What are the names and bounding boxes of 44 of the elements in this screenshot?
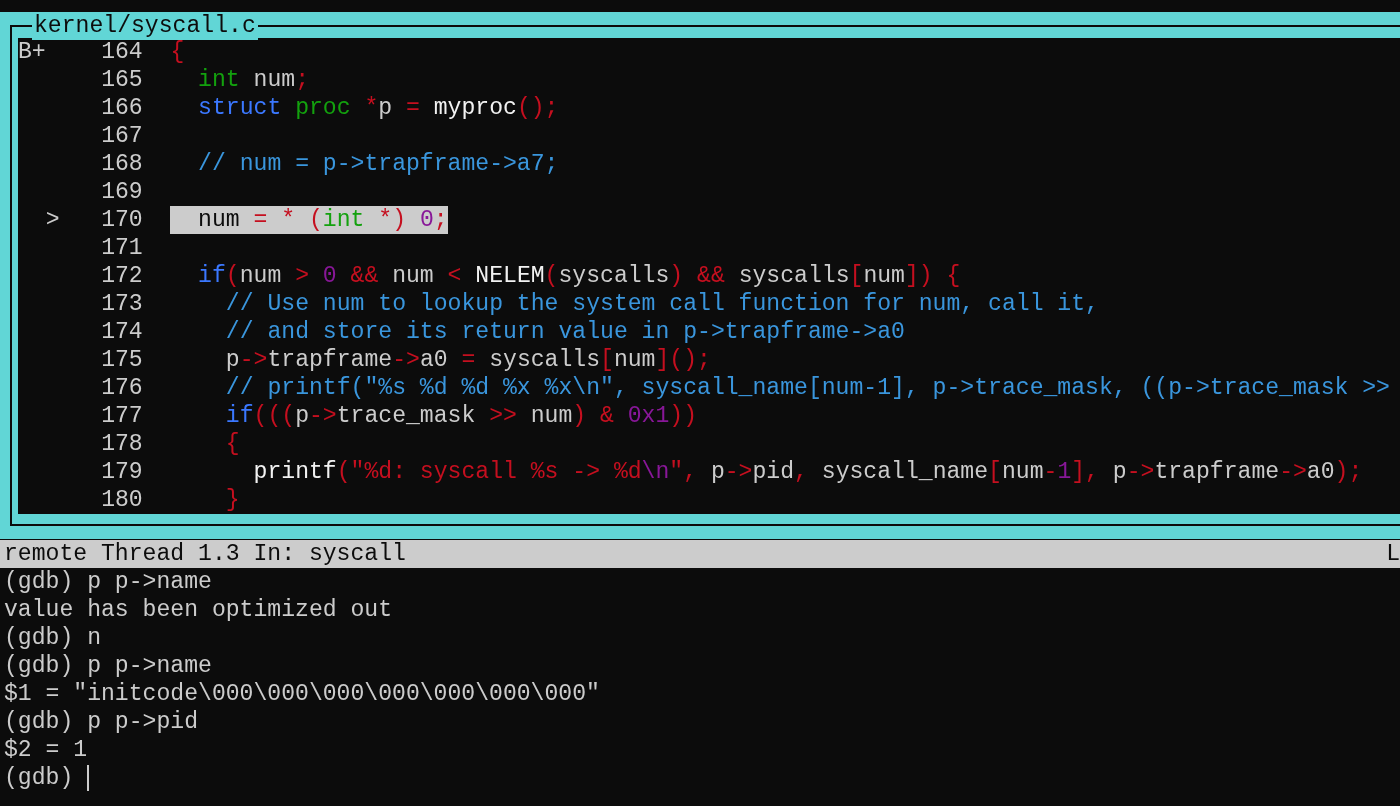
- line-number: 170: [101, 206, 143, 234]
- console-line: (gdb) p p->pid: [4, 709, 199, 735]
- code-line: // and store its return value in p->trapframe->a0: [224, 318, 905, 346]
- code-line: // num = p->trapframe->a7;: [197, 150, 559, 178]
- line-number: 171: [101, 234, 143, 262]
- code-line: if(((p->trace_mask >> num) & 0x1)): [224, 402, 698, 430]
- status-text: L: [1386, 540, 1400, 568]
- window-title: kernel/syscall.c: [32, 12, 258, 40]
- line-number: 168: [101, 150, 143, 178]
- code-line: printf("%d: syscall %s -> %d\n", p->pid, syscall_name[num-1], p->trapframe->a0);: [252, 458, 1363, 486]
- line-number: 164: [101, 38, 143, 66]
- console-line: (gdb) p p->name: [4, 569, 212, 595]
- line-number: 172: [101, 262, 143, 290]
- console-prompt: (gdb): [4, 765, 74, 791]
- line-number: 174: [101, 318, 143, 346]
- code-line: if(num > 0 && num < NELEM(syscalls) && syscalls[num]) {: [197, 262, 961, 290]
- line-number: 166: [101, 94, 143, 122]
- line-number: 173: [101, 290, 143, 318]
- code-line: p->trapframe->a0 = syscalls[num]();: [224, 346, 711, 374]
- console-line: $2 = 1: [4, 737, 88, 763]
- line-number: 180: [101, 486, 143, 514]
- console-line: value has been optimized out: [4, 597, 393, 623]
- line-number: 167: [101, 122, 143, 150]
- line-number: 165: [101, 66, 143, 94]
- line-number: 177: [101, 402, 143, 430]
- status-text: remote Thread 1.3 In: syscall: [4, 540, 406, 568]
- code-line: // Use num to lookup the system call function for num, call it,: [224, 290, 1099, 318]
- console-line: (gdb) p p->name: [4, 653, 212, 679]
- code-line: // printf("%s %d %d %x %x\n", syscall_name[num-1], p->trace_mask, ((p->trace_mask >>: [224, 374, 1390, 402]
- code-line: struct proc *p = myproc();: [197, 94, 559, 122]
- code-line: {: [224, 430, 240, 458]
- console-line: (gdb) n: [4, 625, 101, 651]
- code-line: }: [224, 486, 240, 514]
- code-line: {: [170, 38, 185, 66]
- current-line-marker: >: [45, 207, 60, 233]
- line-number: 178: [101, 430, 143, 458]
- breakpoint-marker: B+: [18, 39, 46, 65]
- text-cursor[interactable]: [87, 765, 90, 791]
- line-number: 175: [101, 346, 143, 374]
- console-line: $1 = "initcode\000\000\000\000\000\000\000": [4, 681, 600, 707]
- line-number: 179: [101, 458, 143, 486]
- line-number: 169: [101, 178, 143, 206]
- line-number: 176: [101, 374, 143, 402]
- code-line: int num;: [197, 66, 309, 94]
